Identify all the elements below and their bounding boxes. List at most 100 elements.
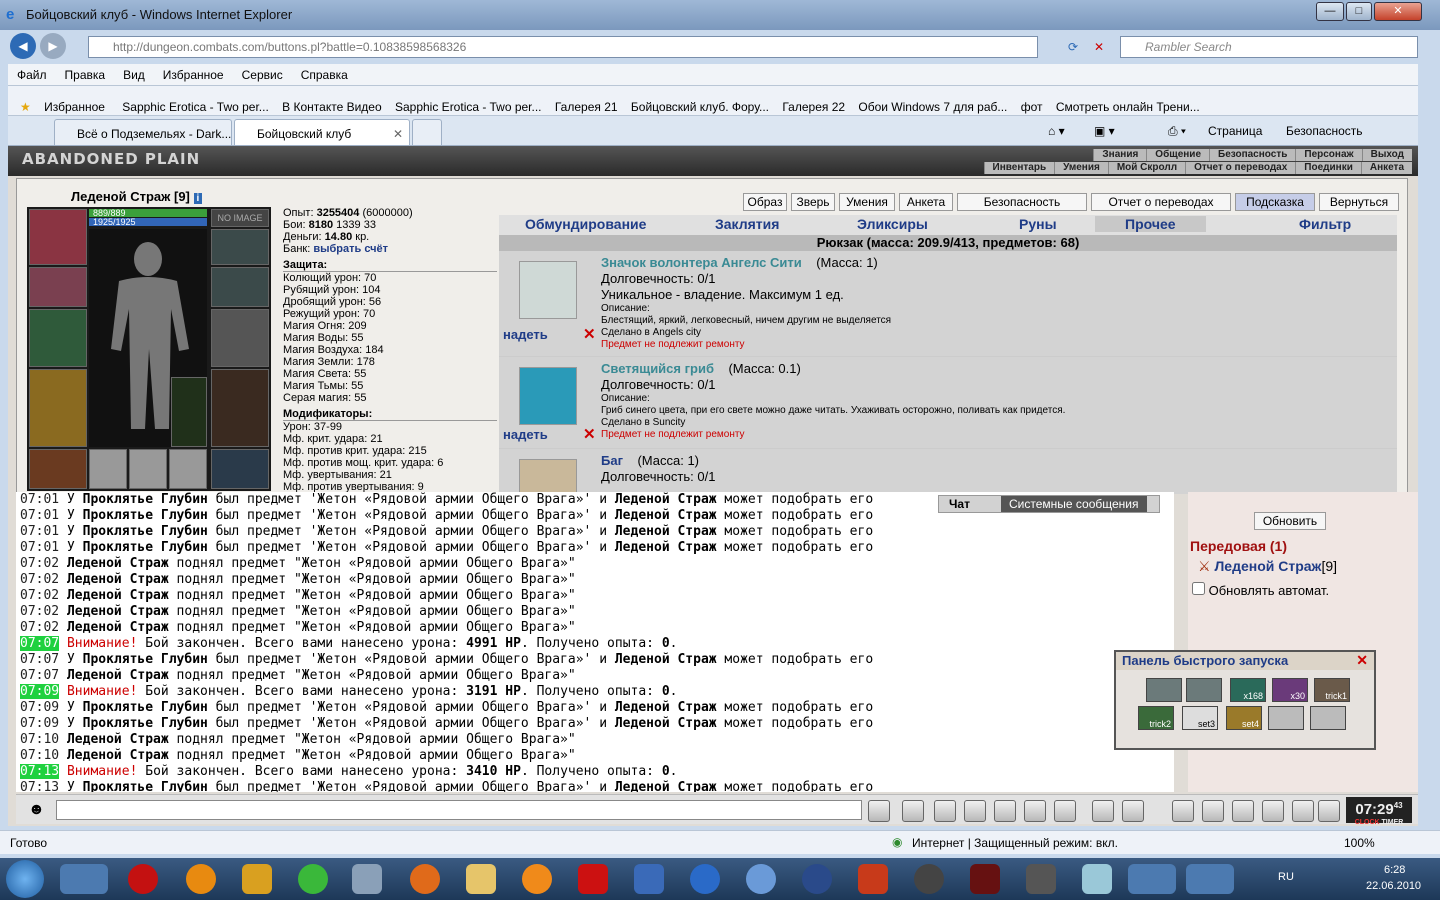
quick-slot[interactable] — [1186, 678, 1222, 702]
modifiers-header[interactable]: Модификаторы: — [283, 408, 497, 421]
quick-slot[interactable]: trick1 — [1314, 678, 1350, 702]
smile-icon[interactable] — [1092, 800, 1114, 822]
glass-icon[interactable] — [1082, 864, 1112, 894]
chat-time[interactable]: 07:13 — [20, 780, 59, 792]
fav-link[interactable]: В Контакте Видео — [276, 93, 385, 114]
tab-elixirs[interactable]: Эликсиры — [857, 216, 928, 232]
notepad-icon[interactable] — [352, 864, 382, 894]
chat-time[interactable]: 07:01 — [20, 524, 59, 539]
chat-time[interactable]: 07:09 — [20, 716, 59, 731]
language-indicator[interactable]: RU — [1278, 871, 1294, 883]
chat-time[interactable]: 07:02 — [20, 620, 59, 635]
update-button[interactable]: Обновить — [1254, 512, 1326, 530]
menu-tools[interactable]: Сервис — [233, 64, 292, 82]
favorites-button[interactable]: ★ Избранное — [8, 86, 113, 114]
stop-icon[interactable]: ✕ — [1094, 40, 1104, 54]
bank-link[interactable]: выбрать счёт — [313, 243, 388, 255]
item-name[interactable]: Значок волонтера Ангелс Сити — [601, 255, 802, 270]
icq-icon[interactable] — [298, 864, 328, 894]
btn-return[interactable]: Вернуться — [1319, 193, 1399, 211]
smiley-menu-icon[interactable]: ☻ — [28, 801, 45, 819]
minimize-button[interactable]: — — [1316, 2, 1344, 21]
delete-icon[interactable]: ✕ — [583, 325, 596, 343]
chat-time[interactable]: 07:10 — [20, 732, 59, 747]
wear-link[interactable]: надеть — [503, 327, 548, 342]
chat-time[interactable]: 07:01 — [20, 508, 59, 523]
chat-time[interactable]: 07:02 — [20, 556, 59, 571]
page-menu[interactable]: Страница — [1208, 124, 1262, 138]
menu-favorites[interactable]: Избранное — [154, 64, 233, 82]
fav-link[interactable]: Обои Windows 7 для раб... — [852, 93, 1011, 114]
refresh-icon[interactable]: ⟳ — [1068, 40, 1078, 54]
chat-time[interactable]: 07:09 — [20, 684, 60, 699]
tab-spells[interactable]: Заклятия — [715, 216, 779, 232]
fear2-icon[interactable] — [970, 864, 1000, 894]
btn-image[interactable]: Образ — [743, 193, 787, 211]
item-name[interactable]: Светящийся гриб — [601, 361, 714, 376]
search-input[interactable]: Rambler Search — [1120, 36, 1418, 58]
fav-link[interactable]: Sapphic Erotica - Two per... — [389, 93, 546, 114]
clear-icon[interactable] — [902, 800, 924, 822]
delete-icon[interactable]: ✕ — [583, 425, 596, 443]
menu-help[interactable]: Справка — [292, 64, 357, 82]
send-icon[interactable] — [868, 800, 890, 822]
tab-runes[interactable]: Руны — [1019, 216, 1057, 232]
fav-link[interactable]: фот — [1015, 93, 1047, 114]
chat-time[interactable]: 07:02 — [20, 588, 59, 603]
btn-transfers[interactable]: Отчет о переводах — [1091, 193, 1231, 211]
nav-character[interactable]: Персонаж — [1295, 149, 1362, 161]
nav-knowledge[interactable]: Знания — [1093, 149, 1147, 161]
forward-button[interactable]: ▶ — [40, 33, 66, 59]
agent-icon[interactable] — [802, 864, 832, 894]
defense-header[interactable]: Защита: — [283, 259, 497, 272]
save-icon[interactable] — [964, 800, 986, 822]
nav-scroll[interactable]: Мой Скролл — [1107, 162, 1186, 174]
icq-task-icon[interactable] — [1128, 864, 1176, 894]
chat-time[interactable]: 07:02 — [20, 604, 59, 619]
info-icon[interactable]: i — [193, 193, 203, 204]
nav-skills[interactable]: Умения — [1054, 162, 1108, 174]
fav-link[interactable]: Sapphic Erotica - Two per... — [116, 93, 273, 114]
no-image-slot[interactable]: NO IMAGE — [211, 209, 269, 227]
quick-slot[interactable] — [1310, 706, 1346, 730]
quick-slot[interactable]: trick2 — [1138, 706, 1174, 730]
filezilla-icon[interactable] — [578, 864, 608, 894]
picture-icon[interactable] — [1186, 864, 1234, 894]
wear-link[interactable]: надеть — [503, 427, 548, 442]
chat-time[interactable]: 07:10 — [20, 748, 59, 763]
close-icon[interactable]: ✕ — [1356, 652, 1368, 669]
nav-exit[interactable]: Выход — [1361, 149, 1412, 161]
opera-icon[interactable] — [128, 864, 158, 894]
shield-task-icon[interactable] — [858, 864, 888, 894]
weapon-slot[interactable] — [29, 309, 87, 367]
nav-transfers[interactable]: Отчет о переводах — [1185, 162, 1296, 174]
btn-pet[interactable]: Зверь — [791, 193, 835, 211]
item-name[interactable]: Баг — [601, 453, 623, 468]
translit-icon[interactable] — [1024, 800, 1046, 822]
new-tab-button[interactable] — [412, 119, 442, 145]
exit-icon[interactable] — [1318, 800, 1340, 822]
fav-link[interactable]: Галерея 22 — [776, 93, 849, 114]
quick-slot[interactable]: x30 — [1272, 678, 1308, 702]
chat-time[interactable]: 07:09 — [20, 700, 59, 715]
start-button[interactable] — [6, 860, 44, 898]
nav-inventory[interactable]: Инвентарь — [983, 162, 1055, 174]
belt-slot[interactable] — [29, 449, 87, 489]
menu-file[interactable]: Файл — [8, 64, 56, 82]
chat-time[interactable]: 07:07 — [20, 668, 59, 683]
ie-task-icon[interactable] — [60, 864, 108, 894]
fav-link[interactable]: Бойцовский клуб. Фору... — [625, 93, 773, 114]
firefox-icon[interactable] — [410, 864, 440, 894]
empty-slot[interactable] — [169, 449, 207, 489]
cs-icon[interactable] — [1026, 864, 1056, 894]
empty-slot[interactable] — [89, 449, 127, 489]
boots-slot[interactable] — [211, 449, 269, 489]
chat-tab[interactable]: Чат — [949, 496, 970, 512]
quick-slot[interactable] — [1146, 678, 1182, 702]
tab-combats[interactable]: Бойцовский клуб ✕ — [234, 119, 410, 145]
app-icon[interactable] — [634, 864, 664, 894]
attack-icon[interactable]: ⚔ — [1198, 558, 1211, 574]
lightning-icon[interactable] — [690, 864, 720, 894]
maximize-button[interactable]: □ — [1346, 2, 1372, 21]
chat-time[interactable]: 07:02 — [20, 572, 59, 587]
